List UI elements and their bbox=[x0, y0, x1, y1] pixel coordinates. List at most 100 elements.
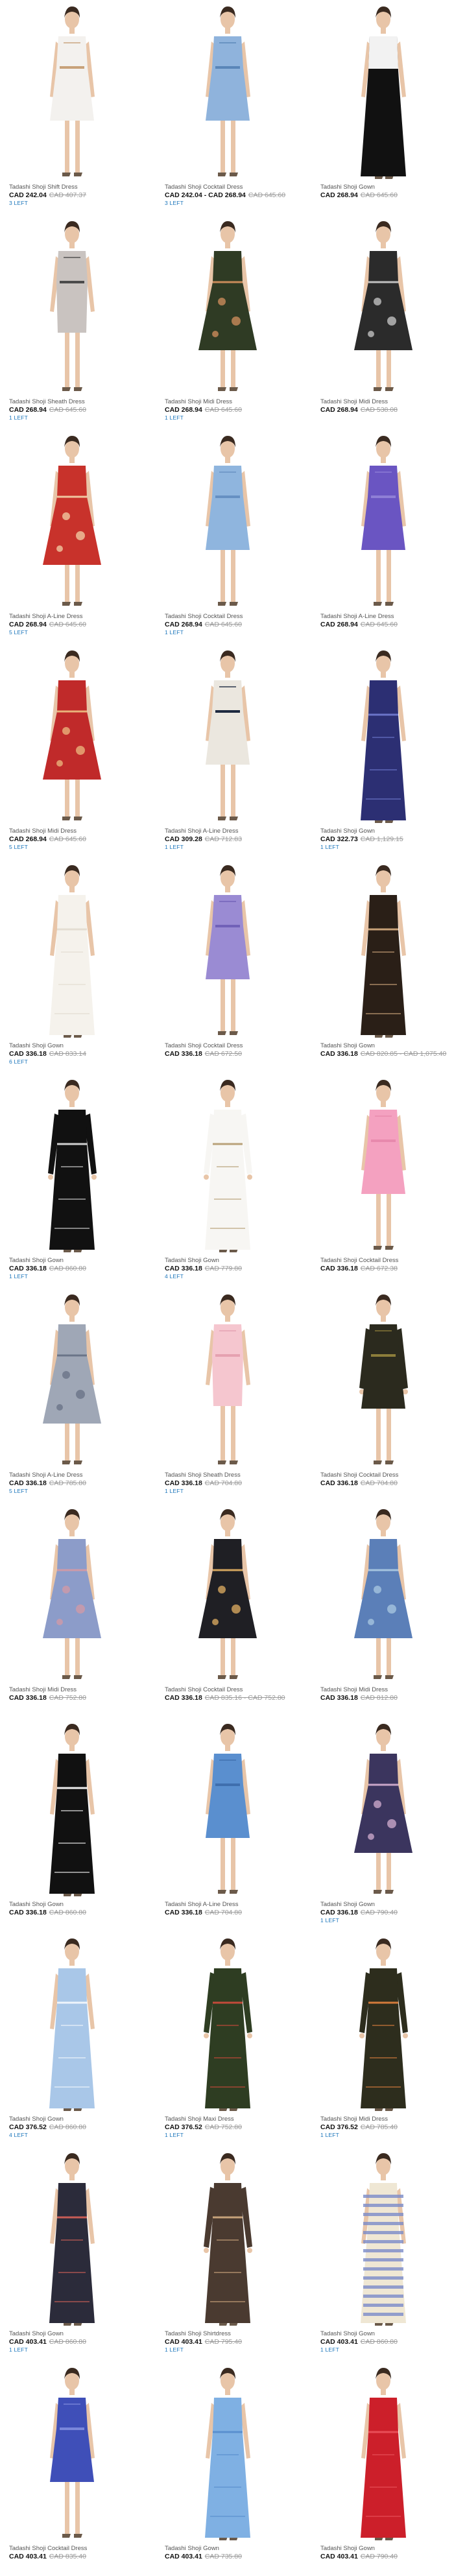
product-card[interactable]: Tadashi Shoji A-Line Dress CAD 309.28 CAD … bbox=[156, 644, 311, 859]
product-title[interactable]: Tadashi Shoji Cocktail Dress bbox=[9, 2545, 149, 2553]
product-title[interactable]: Tadashi Shoji Gown bbox=[165, 2545, 304, 2553]
product-card[interactable]: Tadashi Shoji Cocktail Dress CAD 242.04 -… bbox=[156, 0, 311, 215]
product-title[interactable]: Tadashi Shoji Gown bbox=[320, 828, 454, 835]
product-image[interactable] bbox=[9, 3, 136, 183]
product-title[interactable]: Tadashi Shoji Midi Dress bbox=[320, 2116, 454, 2123]
product-card[interactable]: Tadashi Shoji Midi Dress CAD 268.94 CAD 64… bbox=[0, 644, 156, 859]
product-image[interactable] bbox=[165, 432, 291, 612]
product-card[interactable]: Tadashi Shoji Midi Dress CAD 268.94 CAD 53… bbox=[311, 215, 454, 429]
product-card[interactable]: Tadashi Shoji Gown CAD 403.41 CAD 735.80 bbox=[156, 2361, 311, 2576]
product-image[interactable] bbox=[320, 1935, 447, 2115]
product-image[interactable] bbox=[165, 3, 291, 183]
product-card[interactable]: Tadashi Shoji Cocktail Dress CAD 268.94 CA… bbox=[156, 429, 311, 644]
product-image[interactable] bbox=[9, 217, 136, 398]
product-card[interactable]: Tadashi Shoji Sheath Dress CAD 268.94 CAD … bbox=[0, 215, 156, 429]
product-title[interactable]: Tadashi Shoji Maxi Dress bbox=[165, 2116, 304, 2123]
product-card[interactable]: Tadashi Shoji Gown CAD 376.52 CAD 860.80 4 … bbox=[0, 1932, 156, 2147]
product-image[interactable] bbox=[320, 432, 447, 612]
product-card[interactable]: Tadashi Shoji A-Line Dress CAD 268.94 CAD … bbox=[0, 429, 156, 644]
product-card[interactable]: Tadashi Shoji Gown CAD 403.41 CAD 860.80 1 … bbox=[311, 2147, 454, 2361]
product-card[interactable]: Tadashi Shoji Gown CAD 403.41 CAD 790.40 bbox=[311, 2361, 454, 2576]
product-image[interactable] bbox=[9, 2149, 136, 2330]
product-image[interactable] bbox=[320, 1720, 447, 1900]
product-image[interactable] bbox=[165, 1505, 291, 1686]
product-card[interactable]: Tadashi Shoji Maxi Dress CAD 376.52 CAD 75… bbox=[156, 1932, 311, 2147]
product-image[interactable] bbox=[165, 217, 291, 398]
product-card[interactable]: Tadashi Shoji Midi Dress CAD 336.18 CAD 81… bbox=[311, 1503, 454, 1717]
product-card[interactable]: Tadashi Shoji Cocktail Dress CAD 336.18 CA… bbox=[311, 1288, 454, 1503]
product-card[interactable]: Tadashi Shoji Gown CAD 336.18 CAD 790.40 1 … bbox=[311, 1717, 454, 1932]
product-title[interactable]: Tadashi Shoji Midi Dress bbox=[9, 1686, 149, 1694]
product-image[interactable] bbox=[165, 1291, 291, 1471]
product-image[interactable] bbox=[165, 2364, 291, 2544]
product-title[interactable]: Tadashi Shoji A-Line Dress bbox=[165, 1901, 304, 1909]
product-card[interactable]: Tadashi Shoji Shirtdress CAD 403.41 CAD 79… bbox=[156, 2147, 311, 2361]
product-image[interactable] bbox=[320, 2149, 447, 2330]
product-title[interactable]: Tadashi Shoji Cocktail Dress bbox=[165, 1042, 304, 1050]
product-title[interactable]: Tadashi Shoji Shirtdress bbox=[165, 2330, 304, 2338]
product-image[interactable] bbox=[9, 432, 136, 612]
product-image[interactable] bbox=[165, 647, 291, 827]
product-image[interactable] bbox=[9, 647, 136, 827]
product-title[interactable]: Tadashi Shoji Gown bbox=[320, 2330, 454, 2338]
product-title[interactable]: Tadashi Shoji Gown bbox=[9, 2330, 149, 2338]
product-title[interactable]: Tadashi Shoji A-Line Dress bbox=[9, 613, 149, 621]
product-image[interactable] bbox=[320, 3, 447, 183]
product-image[interactable] bbox=[320, 647, 447, 827]
product-image[interactable] bbox=[320, 1505, 447, 1686]
product-image[interactable] bbox=[9, 1076, 136, 1256]
product-image[interactable] bbox=[9, 1505, 136, 1686]
product-title[interactable]: Tadashi Shoji Cocktail Dress bbox=[320, 1472, 454, 1479]
product-title[interactable]: Tadashi Shoji Gown bbox=[165, 1257, 304, 1265]
product-title[interactable]: Tadashi Shoji A-Line Dress bbox=[165, 828, 304, 835]
product-image[interactable] bbox=[9, 1935, 136, 2115]
product-card[interactable]: Tadashi Shoji Gown CAD 268.94 CAD 645.60 bbox=[311, 0, 454, 215]
product-card[interactable]: Tadashi Shoji Gown CAD 336.18 CAD 779.80 4 … bbox=[156, 1073, 311, 1288]
product-title[interactable]: Tadashi Shoji Cocktail Dress bbox=[165, 1686, 304, 1694]
product-card[interactable]: Tadashi Shoji Gown CAD 336.18 CAD 820.85 -… bbox=[311, 859, 454, 1073]
product-title[interactable]: Tadashi Shoji Gown bbox=[320, 184, 454, 191]
product-image[interactable] bbox=[320, 1076, 447, 1256]
product-image[interactable] bbox=[9, 2364, 136, 2544]
product-card[interactable]: Tadashi Shoji Gown CAD 336.18 CAD 860.80 1 … bbox=[0, 1073, 156, 1288]
product-card[interactable]: Tadashi Shoji Cocktail Dress CAD 336.18 CA… bbox=[156, 859, 311, 1073]
product-card[interactable]: Tadashi Shoji Cocktail Dress CAD 403.41 CA… bbox=[0, 2361, 156, 2576]
product-card[interactable]: Tadashi Shoji A-Line Dress CAD 268.94 CAD … bbox=[311, 429, 454, 644]
product-title[interactable]: Tadashi Shoji A-Line Dress bbox=[320, 613, 454, 621]
product-title[interactable]: Tadashi Shoji Midi Dress bbox=[320, 1686, 454, 1694]
product-card[interactable]: Tadashi Shoji Gown CAD 322.73 CAD 1,129.15… bbox=[311, 644, 454, 859]
product-title[interactable]: Tadashi Shoji Midi Dress bbox=[9, 828, 149, 835]
product-title[interactable]: Tadashi Shoji Cocktail Dress bbox=[165, 184, 304, 191]
product-card[interactable]: Tadashi Shoji Shift Dress CAD 242.04 CAD 4… bbox=[0, 0, 156, 215]
product-image[interactable] bbox=[9, 1720, 136, 1900]
product-title[interactable]: Tadashi Shoji Cocktail Dress bbox=[320, 1257, 454, 1265]
product-title[interactable]: Tadashi Shoji Gown bbox=[9, 1042, 149, 1050]
product-card[interactable]: Tadashi Shoji Gown CAD 336.18 CAD 860.80 bbox=[0, 1717, 156, 1932]
product-card[interactable]: Tadashi Shoji Midi Dress CAD 336.18 CAD 75… bbox=[0, 1503, 156, 1717]
product-card[interactable]: Tadashi Shoji Gown CAD 336.18 CAD 833.14 6 … bbox=[0, 859, 156, 1073]
product-image[interactable] bbox=[165, 1076, 291, 1256]
product-card[interactable]: Tadashi Shoji Gown CAD 403.41 CAD 860.80 1 … bbox=[0, 2147, 156, 2361]
product-image[interactable] bbox=[165, 861, 291, 1042]
product-image[interactable] bbox=[9, 1291, 136, 1471]
product-card[interactable]: Tadashi Shoji Midi Dress CAD 268.94 CAD 64… bbox=[156, 215, 311, 429]
product-title[interactable]: Tadashi Shoji Cocktail Dress bbox=[165, 613, 304, 621]
product-image[interactable] bbox=[320, 1291, 447, 1471]
product-title[interactable]: Tadashi Shoji Gown bbox=[320, 1042, 454, 1050]
product-card[interactable]: Tadashi Shoji Cocktail Dress CAD 336.18 CA… bbox=[156, 1503, 311, 1717]
product-card[interactable]: Tadashi Shoji Midi Dress CAD 376.52 CAD 78… bbox=[311, 1932, 454, 2147]
product-image[interactable] bbox=[320, 217, 447, 398]
product-title[interactable]: Tadashi Shoji Midi Dress bbox=[320, 398, 454, 406]
product-title[interactable]: Tadashi Shoji Gown bbox=[9, 2116, 149, 2123]
product-card[interactable]: Tadashi Shoji A-Line Dress CAD 336.18 CAD … bbox=[156, 1717, 311, 1932]
product-image[interactable] bbox=[165, 1935, 291, 2115]
product-title[interactable]: Tadashi Shoji Gown bbox=[320, 2545, 454, 2553]
product-card[interactable]: Tadashi Shoji Cocktail Dress CAD 336.18 CA… bbox=[311, 1073, 454, 1288]
product-title[interactable]: Tadashi Shoji Shift Dress bbox=[9, 184, 149, 191]
product-card[interactable]: Tadashi Shoji A-Line Dress CAD 336.18 CAD … bbox=[0, 1288, 156, 1503]
product-image[interactable] bbox=[165, 1720, 291, 1900]
product-image[interactable] bbox=[320, 861, 447, 1042]
product-title[interactable]: Tadashi Shoji Midi Dress bbox=[165, 398, 304, 406]
product-title[interactable]: Tadashi Shoji Sheath Dress bbox=[165, 1472, 304, 1479]
product-title[interactable]: Tadashi Shoji Gown bbox=[320, 1901, 454, 1909]
